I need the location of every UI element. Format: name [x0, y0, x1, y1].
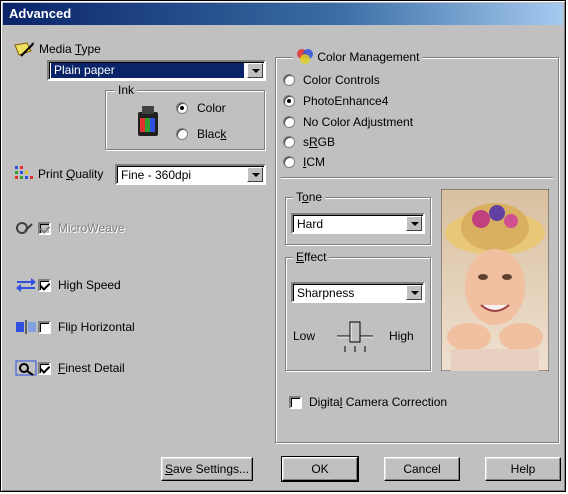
effect-high-label: High	[389, 329, 414, 343]
srgb-radio[interactable]	[283, 136, 295, 148]
ink-group-title: Ink	[115, 83, 138, 97]
finest-detail-icon	[15, 360, 37, 376]
media-type-label: Media Type	[39, 42, 101, 56]
icm-radio[interactable]	[283, 156, 295, 168]
icm-label: ICM	[303, 155, 326, 169]
effect-group-title: Effect	[293, 250, 330, 264]
flip-horizontal-icon	[16, 320, 36, 334]
digital-camera-correction-label: Digital Camera Correction	[309, 395, 448, 409]
color-management-icon	[297, 49, 313, 64]
print-quality-label: Print Quality	[38, 167, 104, 181]
flip-horizontal-checkbox[interactable]	[38, 321, 51, 334]
ink-color-label: Color	[197, 101, 226, 115]
effect-low-label: Low	[293, 329, 316, 343]
high-speed-label: High Speed	[58, 278, 121, 292]
effect-dropdown-button[interactable]	[406, 285, 422, 300]
ink-cartridge-icon	[138, 106, 158, 136]
divider	[281, 177, 553, 179]
no-color-adjustment-radio[interactable]	[283, 116, 295, 128]
photoenhance-label: PhotoEnhance4	[303, 94, 389, 108]
ink-black-label: Black	[197, 127, 227, 141]
color-controls-label: Color Controls	[303, 73, 380, 87]
srgb-label: sRGB	[303, 135, 336, 149]
effect-slider-thumb[interactable]	[349, 321, 361, 343]
ink-black-radio[interactable]	[176, 128, 188, 140]
print-quality-icon	[15, 166, 33, 179]
tone-value: Hard	[297, 217, 324, 231]
help-button[interactable]: Help	[485, 457, 561, 481]
digital-camera-correction-checkbox[interactable]	[289, 396, 302, 409]
print-quality-dropdown-button[interactable]	[247, 167, 263, 182]
tone-select[interactable]: Hard	[291, 213, 425, 234]
finest-detail-label: Finest Detail	[58, 361, 125, 375]
high-speed-icon	[16, 278, 36, 292]
microweave-icon	[16, 222, 33, 234]
effect-value: Sharpness	[297, 286, 355, 300]
save-settings-button[interactable]: Save Settings...	[161, 457, 253, 481]
media-type-icon	[14, 42, 34, 57]
tone-dropdown-button[interactable]	[406, 216, 422, 231]
flip-horizontal-label: Flip Horizontal	[58, 320, 135, 334]
photoenhance-radio[interactable]	[283, 95, 295, 107]
tone-group-title: Tone	[293, 190, 326, 204]
cancel-button[interactable]: Cancel	[384, 457, 460, 481]
print-quality-select[interactable]: Fine - 360dpi	[115, 164, 266, 185]
color-management-title: Color Management	[293, 48, 423, 64]
photo-preview	[441, 189, 549, 371]
title-bar: Advanced	[3, 3, 563, 25]
microweave-label: MicroWeave	[58, 221, 125, 235]
color-controls-radio[interactable]	[283, 74, 295, 86]
microweave-checkbox	[38, 222, 51, 235]
media-type-value: Plain paper	[51, 63, 244, 78]
print-quality-value: Fine - 360dpi	[121, 168, 192, 182]
media-type-dropdown-button[interactable]	[247, 63, 263, 78]
effect-slider[interactable]	[335, 316, 375, 356]
finest-detail-checkbox[interactable]	[38, 362, 51, 375]
ok-button[interactable]: OK	[281, 456, 359, 482]
high-speed-checkbox[interactable]	[38, 279, 51, 292]
dialog-title: Advanced	[9, 6, 72, 21]
advanced-dialog: Advanced Media Type Plain paper Ink Colo…	[0, 0, 566, 492]
ink-group	[105, 90, 265, 150]
media-type-select[interactable]: Plain paper	[47, 60, 266, 81]
effect-select[interactable]: Sharpness	[291, 282, 425, 303]
ink-color-radio[interactable]	[176, 102, 188, 114]
no-color-adjustment-label: No Color Adjustment	[303, 115, 414, 129]
